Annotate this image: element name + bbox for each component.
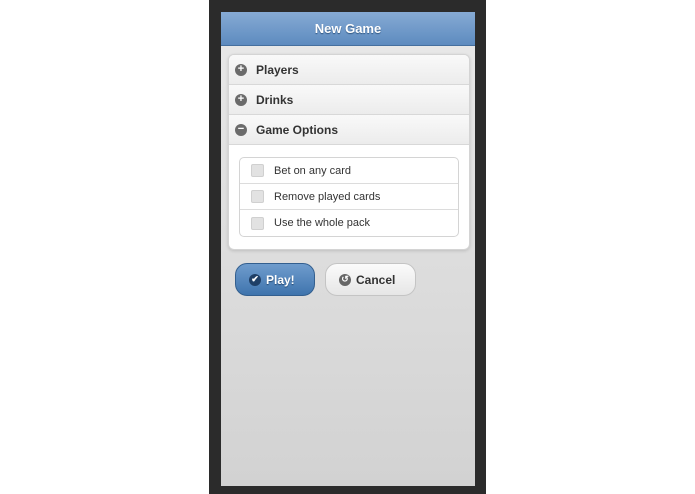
game-options-list: Bet on any card Remove played cards Use … [239,157,459,237]
cancel-icon: ↺ [339,273,351,286]
checkbox[interactable] [251,190,264,203]
cancel-button[interactable]: ↺ Cancel [325,263,416,296]
plus-icon: + [235,93,247,106]
accordion-header-drinks[interactable]: + Drinks [229,85,469,115]
page-title: New Game [314,21,382,36]
options-accordion: + Players + Drinks − Game Options Bet on… [228,54,470,250]
game-options-panel: Bet on any card Remove played cards Use … [229,145,469,249]
option-label: Bet on any card [274,164,352,177]
option-label: Use the whole pack [274,217,370,229]
checkbox[interactable] [251,216,264,230]
option-remove-played-cards[interactable]: Remove played cards [240,184,458,210]
play-button[interactable]: ✔ Play! [235,263,315,296]
option-label: Remove played cards [274,190,381,203]
accordion-label: Players [256,62,299,77]
option-bet-on-any-card[interactable]: Bet on any card [240,158,458,184]
accordion-label: Game Options [256,122,339,137]
plus-icon: + [235,63,247,76]
cancel-button-label: Cancel [356,272,396,287]
checkbox[interactable] [251,164,264,177]
option-use-whole-pack[interactable]: Use the whole pack [240,210,458,236]
accordion-header-game-options[interactable]: − Game Options [229,115,469,145]
accordion-header-players[interactable]: + Players [229,55,469,85]
play-button-label: Play! [266,272,295,287]
minus-icon: − [235,123,247,136]
check-icon: ✔ [249,273,261,286]
accordion-label: Drinks [256,92,294,107]
app-screen: New Game + Players + Drinks − Game Optio… [221,12,475,486]
page-header: New Game [221,12,475,46]
